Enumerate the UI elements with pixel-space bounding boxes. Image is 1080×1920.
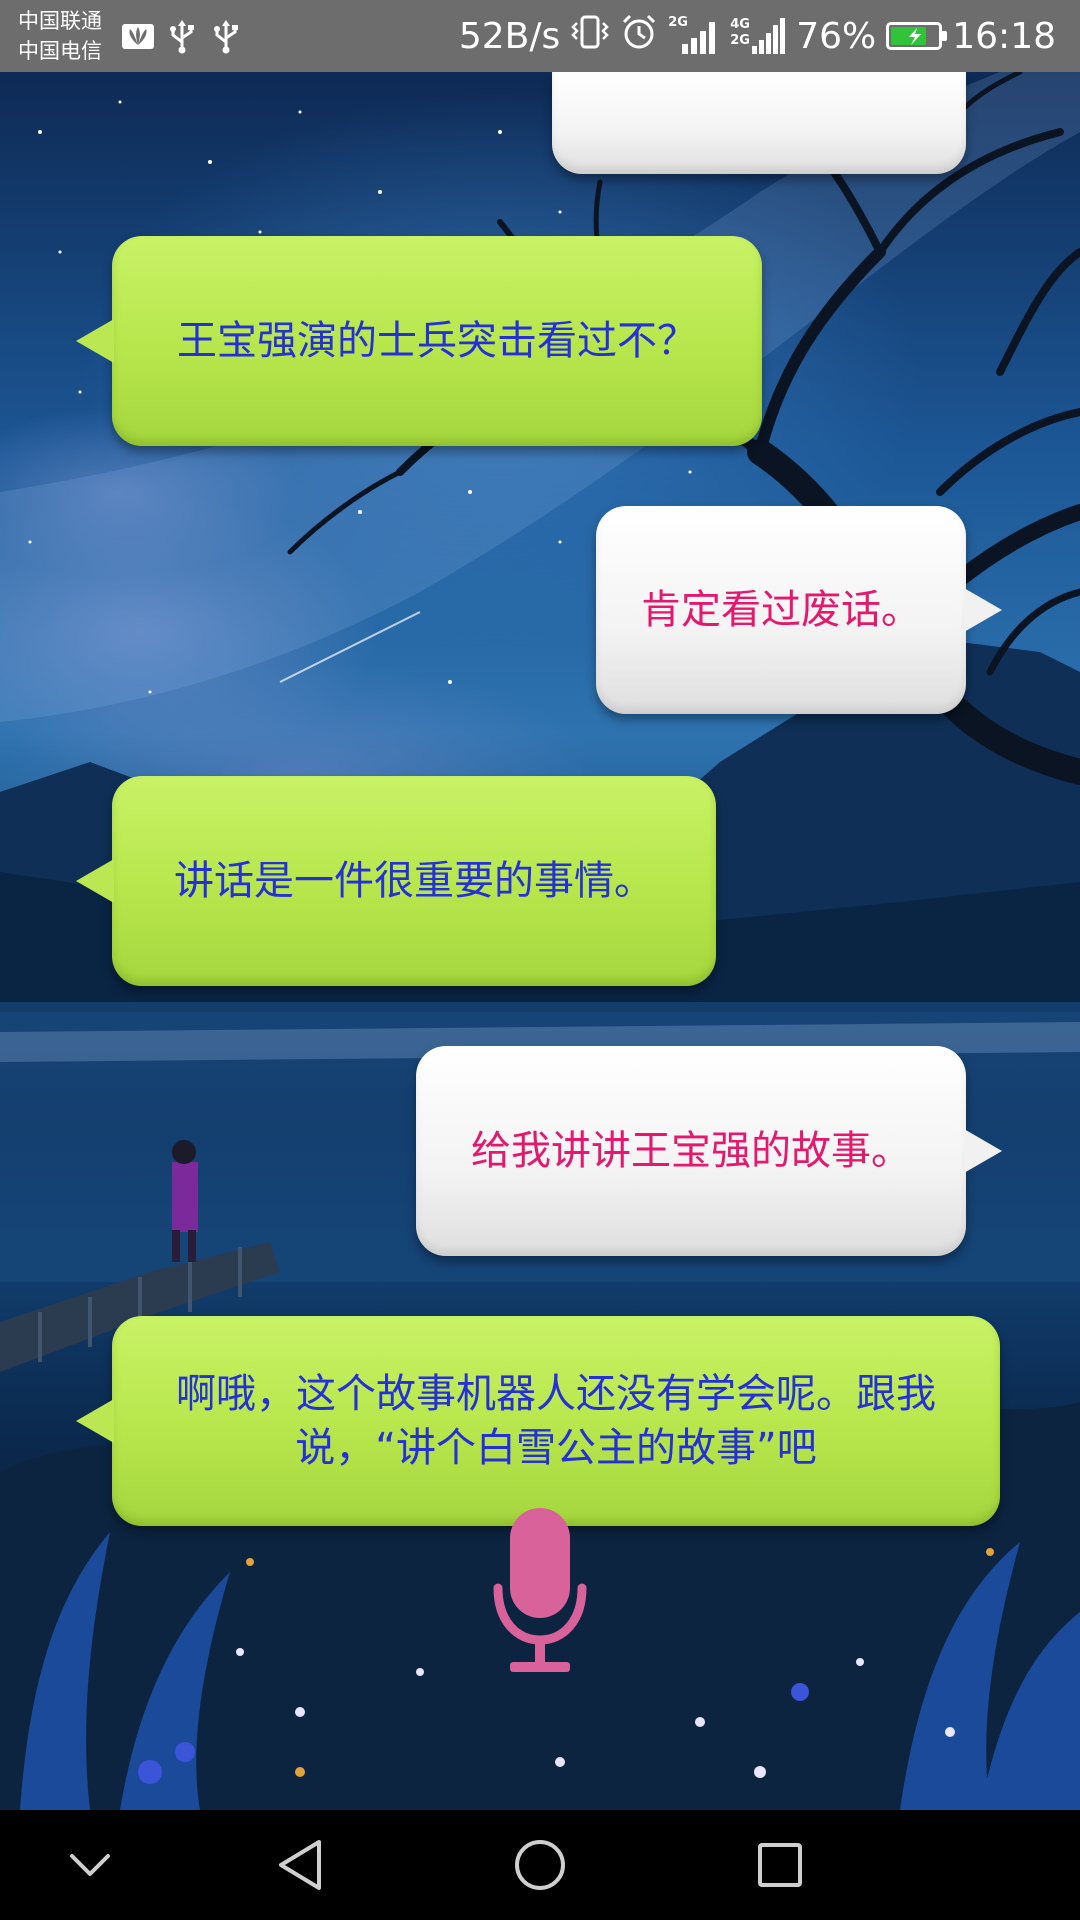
navigation-bar (0, 1810, 1080, 1920)
carrier-name-1: 中国联通 (18, 9, 102, 33)
back-button[interactable] (260, 1835, 340, 1895)
status-right: 52B/s 2G 4G 2G 76% 16:18 (459, 0, 1056, 72)
signal-icon: 2G (668, 16, 720, 56)
chat-bubble-bot: 讲话是一件很重要的事情。 (76, 776, 716, 986)
vibrate-icon (570, 13, 610, 60)
message-text: 啊哦，这个故事机器人还没有学会呢。跟我说，“讲个白雪公主的故事”吧 (176, 1371, 936, 1471)
chat-bubble-bot: 王宝强演的士兵突击看过不？ (76, 236, 762, 446)
phone-screen: 中国联通 中国电信 52B/s 2G 4G 2G 76% 16:18 王宝强演的… (0, 0, 1080, 1920)
usb-icon (162, 14, 202, 58)
home-button[interactable] (500, 1835, 580, 1895)
carrier-name-2: 中国电信 (18, 39, 102, 63)
chat-bubble-user (552, 72, 966, 174)
signal-2-label: 4G (730, 17, 750, 32)
chat-bubble-user: 给我讲讲王宝强的故事。 (416, 1046, 1002, 1256)
signal-icon: 4G 2G (730, 16, 786, 56)
voice-input-button[interactable] (490, 1508, 590, 1678)
message-text: 肯定看过废话。 (641, 587, 921, 633)
alarm-icon (620, 13, 658, 60)
status-bar: 中国联通 中国电信 52B/s 2G 4G 2G 76% 16:18 (0, 0, 1080, 72)
collapse-icon (70, 1854, 110, 1876)
battery-percent: 76% (796, 15, 877, 57)
signal-1-label: 2G (668, 15, 688, 30)
home-icon (515, 1840, 565, 1890)
message-text: 讲话是一件很重要的事情。 (174, 858, 654, 904)
recents-icon (758, 1843, 802, 1887)
battery-charging-icon (886, 22, 948, 50)
usb-icon (206, 14, 246, 58)
recents-button[interactable] (740, 1835, 820, 1895)
chat-bubble-bot: 啊哦，这个故事机器人还没有学会呢。跟我说，“讲个白雪公主的故事”吧 (76, 1316, 1000, 1526)
network-speed: 52B/s (458, 15, 561, 57)
message-text: 给我讲讲王宝强的故事。 (471, 1128, 911, 1174)
message-text: 王宝强演的士兵突击看过不？ (177, 318, 697, 364)
huawei-icon (118, 14, 158, 58)
back-icon (279, 1840, 321, 1890)
clock: 16:18 (952, 15, 1056, 57)
signal-2-sublabel: 2G (730, 33, 750, 48)
microphone-icon (493, 1508, 587, 1672)
chat-bubble-user: 肯定看过废话。 (596, 506, 1002, 714)
collapse-button[interactable] (50, 1835, 130, 1895)
carrier-info: 中国联通 中国电信 (18, 6, 102, 66)
